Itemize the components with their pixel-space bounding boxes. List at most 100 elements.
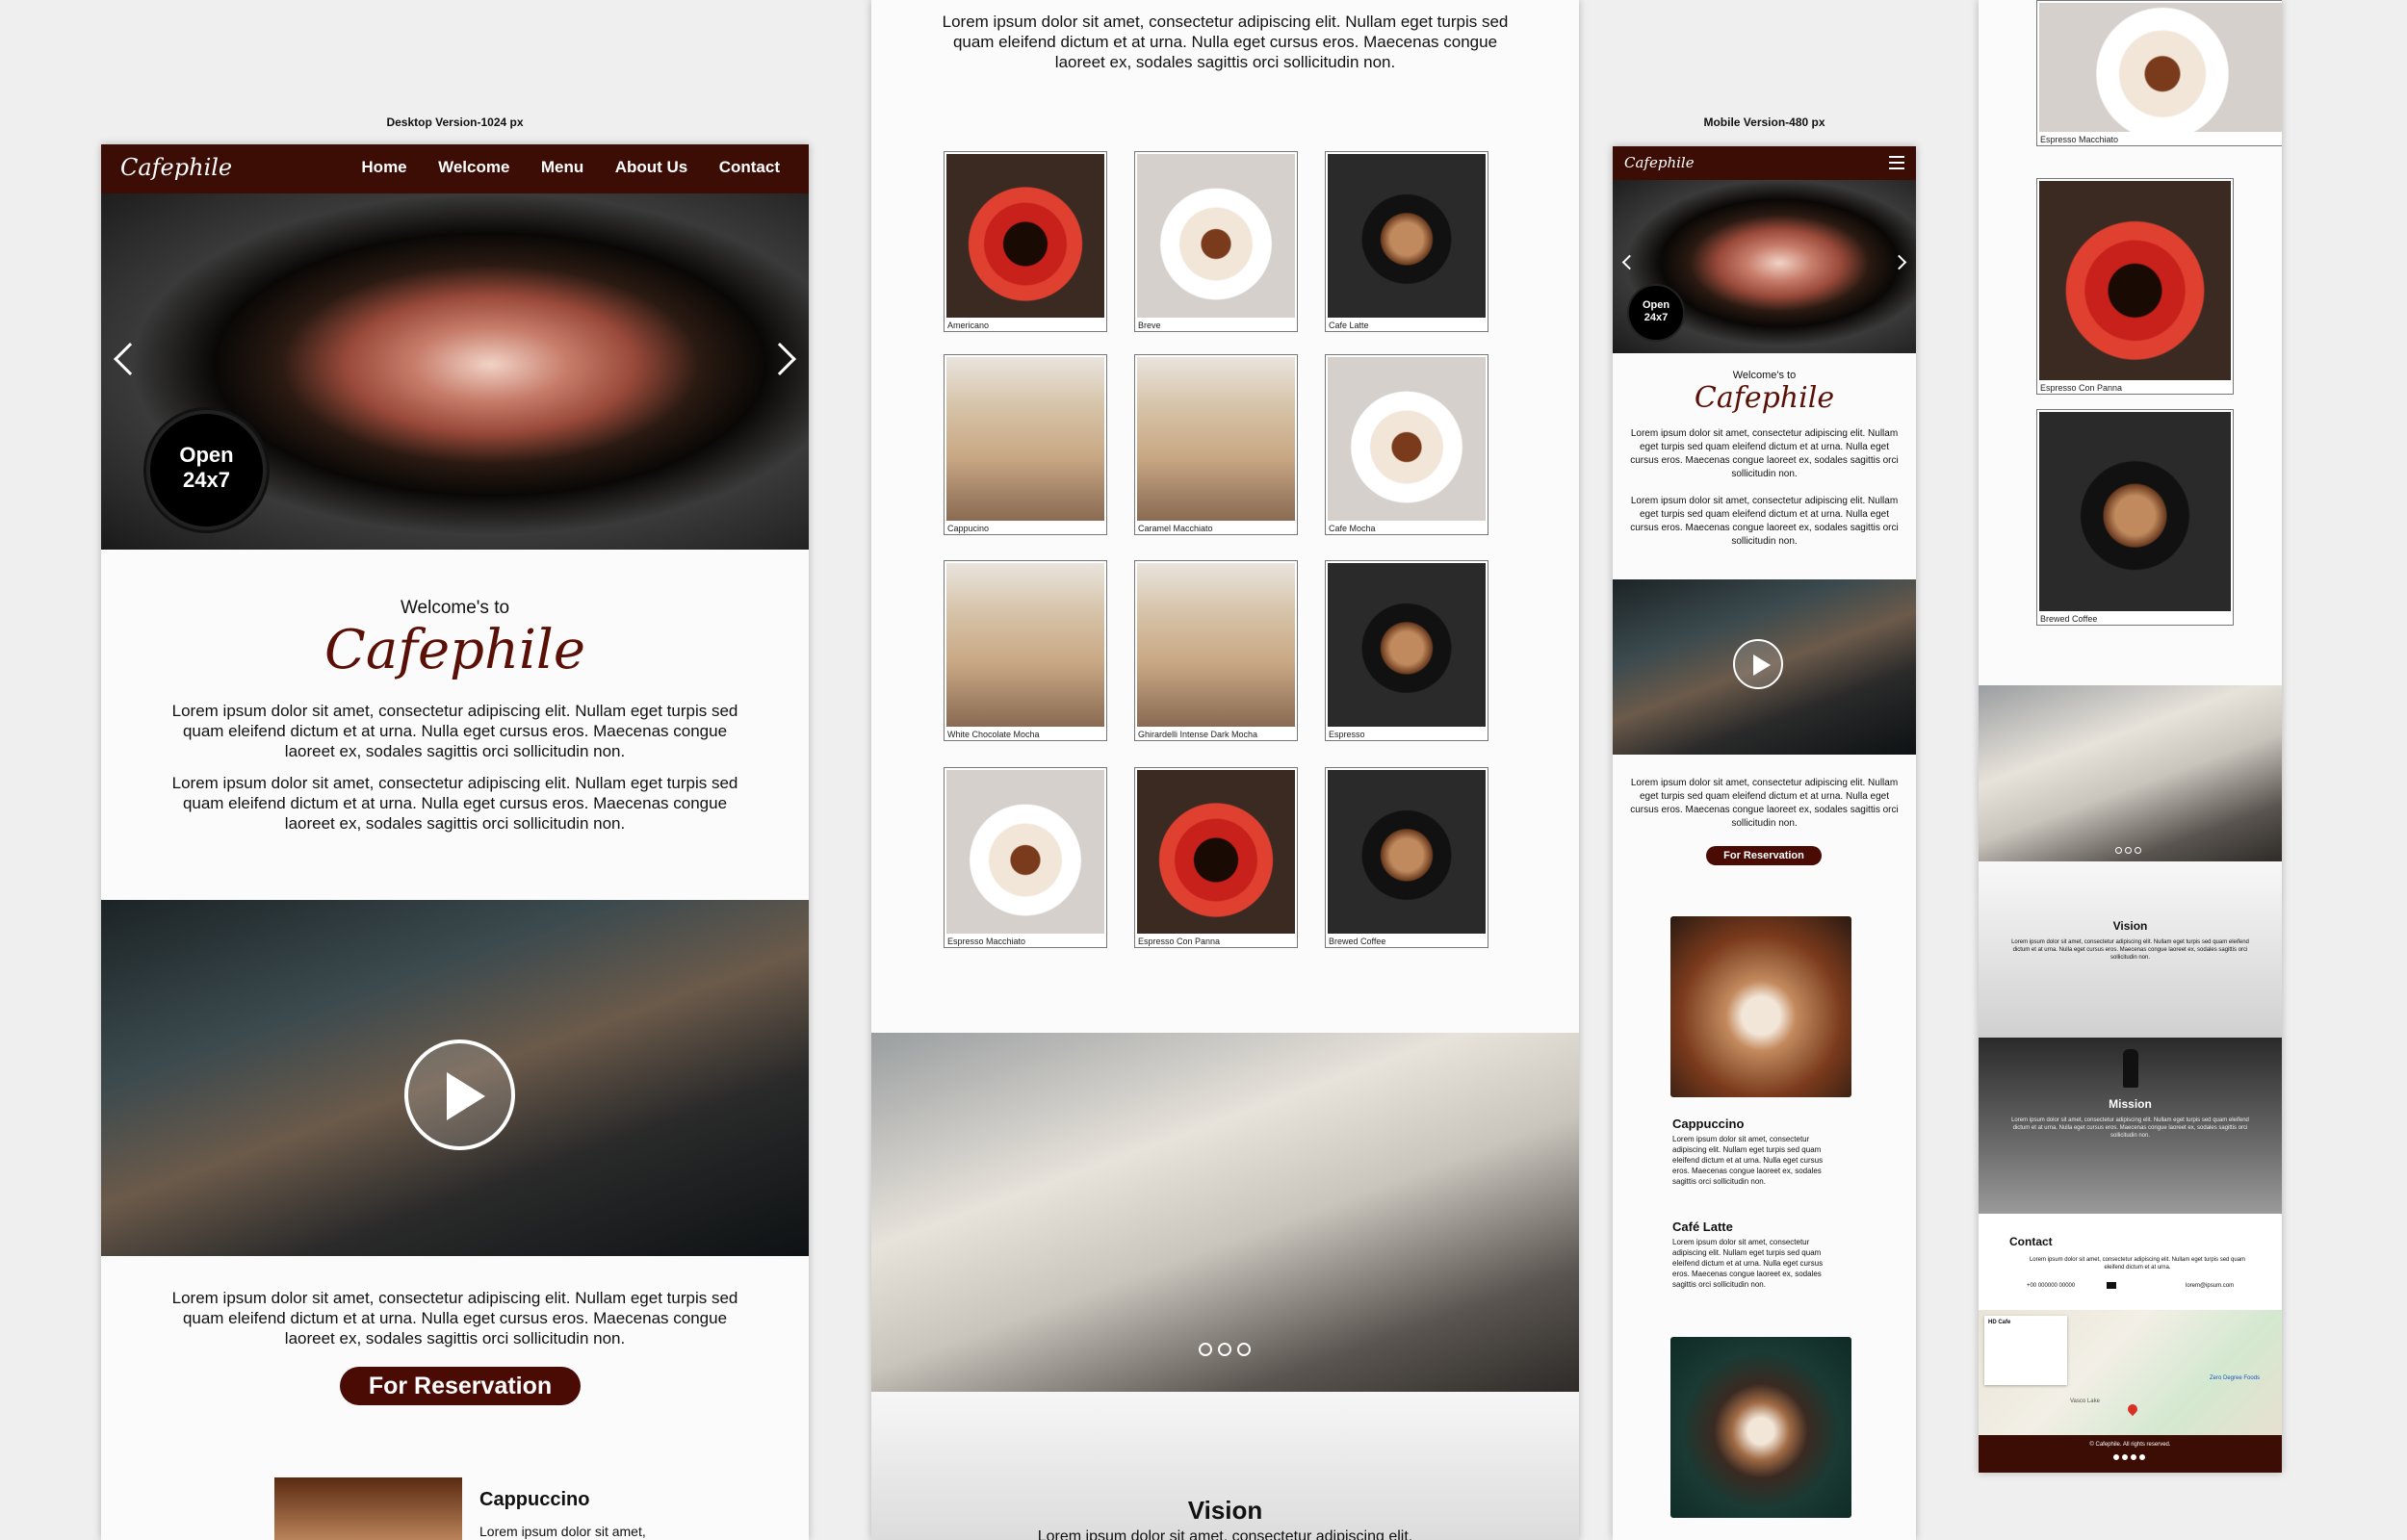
right-vision-title: Vision [2112, 919, 2148, 933]
gallery-slider [871, 1033, 1579, 1392]
menu-item[interactable]: Cappucino [944, 354, 1107, 535]
desktop-menu-mockup: Lorem ipsum dolor sit amet, consectetur … [871, 0, 1579, 1540]
open-badge-line1: Open [1642, 299, 1670, 311]
right-mission-title: Mission [2109, 1097, 2152, 1111]
map-place-name: HD Cafe [1988, 1320, 2011, 1325]
youtube-icon[interactable] [2139, 1454, 2145, 1460]
video-section [101, 900, 809, 1256]
mobile-welcome-title: Cafephile [1694, 381, 1835, 415]
nav-menu[interactable]: Menu [541, 158, 583, 176]
nav-home[interactable]: Home [361, 158, 406, 176]
menu-item-label: Breve [1138, 321, 1161, 330]
americano-photo [946, 154, 1104, 318]
nav-contact[interactable]: Contact [719, 158, 780, 176]
open-badge-line2: 24x7 [183, 468, 230, 492]
breve-photo [1137, 154, 1295, 318]
desktop-version-label: Desktop Version-1024 px [386, 116, 524, 129]
email-address[interactable]: lorem@ipsum.com [2186, 1283, 2234, 1289]
espresso-photo [1328, 563, 1486, 727]
menu-item[interactable]: Brewed Coffee [2036, 409, 2234, 626]
mobile-latte-photo [1670, 1337, 1851, 1518]
mobile-cappuccino-text: Lorem ipsum dolor sit amet, consectetur … [1672, 1135, 1824, 1186]
nav-welcome[interactable]: Welcome [438, 158, 509, 176]
menu-item[interactable]: Espresso Con Panna [1134, 767, 1298, 948]
menu-item[interactable]: White Chocolate Mocha [944, 560, 1107, 741]
right-mission-section: Mission Lorem ipsum dolor sit amet, cons… [1979, 1038, 2282, 1214]
map-pin-icon [2125, 1401, 2140, 1417]
nav-about[interactable]: About Us [615, 158, 688, 176]
menu-item[interactable]: Espresso [1325, 560, 1488, 741]
menu-item-label: Brewed Coffee [2040, 614, 2098, 624]
slider-dot[interactable] [1199, 1343, 1212, 1356]
mobile-navbar: Cafephile [1613, 146, 1916, 180]
mobile-latte-text: Lorem ipsum dolor sit amet, consectetur … [1672, 1238, 1824, 1289]
slider-dot[interactable] [2135, 847, 2141, 854]
video-paragraph: Lorem ipsum dolor sit amet, consectetur … [171, 1289, 738, 1348]
mobile-reservation-button[interactable]: For Reservation [1706, 846, 1822, 865]
mobile-version-label: Mobile Version-480 px [1703, 116, 1825, 129]
espresso-macchiato-photo [2039, 3, 2282, 132]
slider-dot[interactable] [2125, 847, 2132, 854]
mobile-latte-title: Café Latte [1672, 1219, 1733, 1234]
slider-dot[interactable] [2115, 847, 2122, 854]
menu-item-label: Espresso Macchiato [947, 937, 1026, 946]
brewed-coffee-photo [2039, 412, 2231, 611]
open-badge: Open 24x7 [1627, 284, 1685, 342]
menu-item-label: Espresso Con Panna [2040, 383, 2123, 393]
menu-item-label: Caramel Macchiato [1138, 524, 1213, 533]
chevron-left-icon[interactable] [114, 343, 146, 375]
slider-dot[interactable] [1237, 1343, 1251, 1356]
hamburger-icon[interactable] [1889, 156, 1904, 169]
welcome-paragraph-2: Lorem ipsum dolor sit amet, consectetur … [171, 774, 738, 833]
open-badge-line2: 24x7 [1643, 312, 1669, 323]
menu-item[interactable]: Americano [944, 151, 1107, 332]
chevron-right-icon[interactable] [764, 343, 796, 375]
instagram-icon[interactable] [2131, 1454, 2136, 1460]
welcome-paragraph-1: Lorem ipsum dolor sit amet, consectetur … [171, 702, 738, 760]
site-logo[interactable]: Cafephile [120, 154, 232, 181]
menu-item[interactable]: Breve [1134, 151, 1298, 332]
map-info-card: HD Cafe [1984, 1316, 2067, 1385]
twitter-icon[interactable] [2122, 1454, 2128, 1460]
chevron-left-icon[interactable] [1621, 254, 1638, 270]
right-gallery [1979, 685, 2282, 861]
menu-item[interactable]: Espresso Con Panna [2036, 178, 2234, 395]
map-embed[interactable]: HD Cafe Zero Degree Foods Vasco Lake [1979, 1310, 2282, 1435]
cappucino-photo [946, 357, 1104, 521]
menu-item[interactable]: Brewed Coffee [1325, 767, 1488, 948]
menu-item[interactable]: Ghirardelli Intense Dark Mocha [1134, 560, 1298, 741]
welcome-title: Cafephile [324, 619, 585, 681]
menu-item[interactable]: Cafe Latte [1325, 151, 1488, 332]
play-button[interactable] [404, 1040, 515, 1150]
mobile-paragraph-2: Lorem ipsum dolor sit amet, consectetur … [1630, 496, 1899, 547]
menu-item[interactable]: Caramel Macchiato [1134, 354, 1298, 535]
menu-item[interactable]: Espresso Macchiato [944, 767, 1107, 948]
mobile-cappuccino-photo [1670, 916, 1851, 1097]
cappuccino-text: Lorem ipsum dolor sit amet, [479, 1524, 646, 1539]
white-chocolate-mocha-photo [946, 563, 1104, 727]
hamburger-middle-bar [1889, 162, 1904, 164]
menu-intro-paragraph: Lorem ipsum dolor sit amet, consectetur … [942, 13, 1509, 71]
footer-copyright: © Cafephile. All rights reserved. [2089, 1442, 2171, 1448]
slider-dot[interactable] [1218, 1343, 1231, 1356]
contact-title: Contact [2009, 1235, 2053, 1248]
mobile-mockup: Cafephile Open 24x7 Welcome's to Cafephi… [1613, 146, 1916, 1540]
menu-item-label: Cappucino [947, 524, 990, 533]
right-vision-section: Vision Lorem ipsum dolor sit amet, conse… [1979, 861, 2282, 1038]
right-contact-section: Contact Lorem ipsum dolor sit amet, cons… [1979, 1214, 2282, 1310]
mobile-cappuccino-title: Cappuccino [1672, 1116, 1745, 1131]
play-icon [447, 1072, 485, 1120]
main-nav: Home Welcome Menu About Us Contact [334, 158, 780, 177]
chevron-right-icon[interactable] [1891, 254, 1907, 270]
menu-item-label: White Chocolate Mocha [947, 730, 1040, 739]
menu-item[interactable]: Cafe Mocha [1325, 354, 1488, 535]
menu-item-label: Espresso [1329, 730, 1365, 739]
reservation-button[interactable]: For Reservation [340, 1367, 581, 1405]
mobile-welcome-pre: Welcome's to [1732, 370, 1797, 381]
menu-item[interactable]: Espresso Macchiato [2036, 0, 2282, 146]
desktop-navbar: Cafephile Home Welcome Menu About Us Con… [101, 144, 809, 193]
mobile-logo[interactable]: Cafephile [1624, 154, 1695, 171]
play-button[interactable] [1733, 639, 1783, 689]
menu-item-label: Brewed Coffee [1329, 937, 1386, 946]
facebook-icon[interactable] [2113, 1454, 2119, 1460]
